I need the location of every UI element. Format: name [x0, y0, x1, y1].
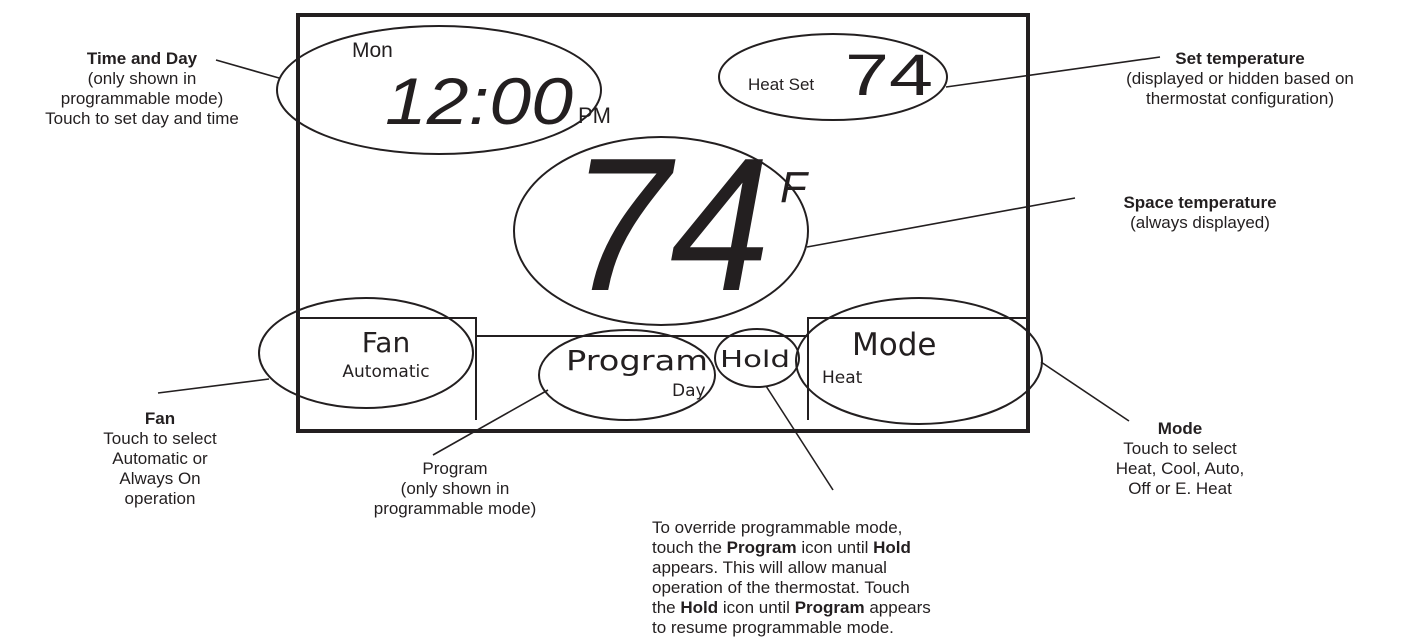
program-sub: Day — [672, 381, 706, 401]
fan-value: Automatic — [342, 362, 429, 382]
annotation-set-temp: Set temperature (displayed or hidden bas… — [1080, 49, 1400, 109]
annotation-set-temp-line: thermostat configuration) — [1145, 89, 1335, 108]
annotation-program: Program (only shown in programmable mode… — [335, 459, 575, 519]
mode-label: Mode — [852, 327, 936, 363]
leader-mode — [1040, 361, 1130, 422]
annotation-hold-text: appears — [864, 598, 931, 617]
annotation-hold-text: icon until — [796, 538, 874, 557]
annotation-hold-bold: Hold — [873, 538, 911, 557]
annotation-hold-text: icon until — [718, 598, 795, 617]
unit-label: F — [780, 163, 809, 212]
time-readout: 12:00 — [385, 64, 573, 138]
set-temp-readout: 74 — [845, 43, 933, 108]
annotation-fan-line: operation — [124, 489, 196, 508]
set-label: Heat Set — [748, 75, 814, 94]
leader-fan — [157, 378, 270, 394]
annotation-mode-title: Mode — [1157, 419, 1203, 438]
annotation-mode-line: Off or E. Heat — [1128, 479, 1232, 498]
annotation-fan-line: Always On — [119, 469, 201, 488]
leader-space-temp — [806, 197, 1076, 248]
annotation-space-temp-title: Space temperature — [1123, 193, 1277, 212]
annotation-hold-line: appears. This will allow manual — [652, 558, 887, 577]
annotation-time-day-line: programmable mode) — [60, 89, 224, 108]
annotation-program-line: Program — [422, 459, 488, 478]
annotation-hold-text: the — [652, 598, 681, 617]
program-label: Program — [566, 344, 708, 377]
day-label: Mon — [352, 39, 393, 62]
annotation-hold-line: to resume programmable mode. — [652, 618, 894, 637]
annotation-hold: To override programmable mode, touch the… — [652, 518, 982, 638]
annotation-space-temp-line: (always displayed) — [1130, 213, 1270, 232]
annotation-hold-line: the Hold icon until Program appears — [652, 598, 982, 618]
annotation-hold-bold: Hold — [680, 598, 719, 617]
annotation-hold-line: touch the Program icon until Hold — [652, 538, 982, 558]
annotation-program-line: programmable mode) — [373, 499, 537, 518]
annotation-hold-bold: Program — [794, 598, 865, 617]
mode-value: Heat — [822, 368, 863, 388]
annotation-hold-text: touch the — [652, 538, 727, 557]
annotation-mode-line: Heat, Cool, Auto, — [1115, 459, 1245, 478]
annotation-program-line: (only shown in — [400, 479, 510, 498]
annotation-hold-line: To override programmable mode, — [652, 518, 903, 537]
annotation-set-temp-title: Set temperature — [1175, 49, 1305, 68]
annotation-space-temp: Space temperature (always displayed) — [1070, 193, 1330, 233]
annotation-set-temp-line: (displayed or hidden based on — [1126, 69, 1354, 88]
annotation-fan-line: Automatic or — [112, 449, 208, 468]
annotation-fan-title: Fan — [144, 409, 176, 428]
annotation-fan: Fan Touch to select Automatic or Always … — [80, 409, 240, 509]
annotation-hold-line: operation of the thermostat. Touch — [652, 578, 910, 597]
hold-label: Hold — [720, 347, 790, 373]
annotation-time-day: Time and Day (only shown in programmable… — [2, 49, 282, 129]
annotation-time-day-line: (only shown in — [87, 69, 197, 88]
annotation-time-day-line: Touch to set day and time — [45, 109, 239, 128]
annotation-time-day-title: Time and Day — [86, 49, 198, 68]
annotation-mode: Mode Touch to select Heat, Cool, Auto, O… — [1080, 419, 1280, 499]
leader-program — [432, 389, 549, 456]
annotation-fan-line: Touch to select — [103, 429, 217, 448]
annotation-hold-bold: Program — [726, 538, 797, 557]
fan-label: Fan — [362, 326, 410, 359]
annotation-mode-line: Touch to select — [1123, 439, 1237, 458]
leader-hold — [765, 385, 834, 491]
